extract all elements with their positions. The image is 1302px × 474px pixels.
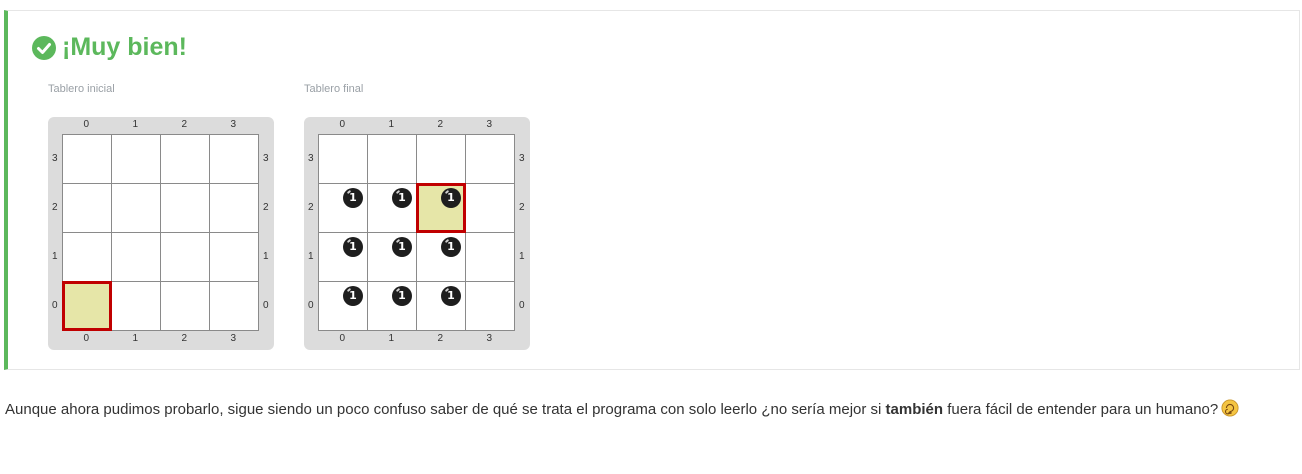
black-ball-counter: 1: [441, 286, 461, 306]
black-ball-counter: 1: [343, 286, 363, 306]
final-board: 0011223333221100111111111: [304, 117, 530, 350]
board-cell: [63, 135, 112, 184]
row-label-right: 2: [263, 201, 269, 213]
board-cell: [161, 282, 210, 331]
board-grid: 111111111: [318, 134, 515, 331]
board-cell: [210, 282, 259, 331]
board-cell: [63, 233, 112, 282]
column-label-top: 1: [388, 119, 395, 130]
explanation-paragraph: Aunque ahora pudimos probarlo, sigue sie…: [5, 396, 1285, 424]
column-label-top: 0: [83, 119, 90, 130]
board-cell: [466, 184, 515, 233]
board-cell: [112, 282, 161, 331]
board-cell: [112, 233, 161, 282]
check-circle-icon: [32, 35, 56, 60]
initial-board: 0 0 1 1 2 2 3 3 3 3 2 2 1 1 0 0: [48, 117, 274, 350]
black-ball-counter: 1: [392, 237, 412, 257]
cursor-frame: [62, 281, 112, 331]
board-grid: [62, 134, 259, 331]
column-label-bottom: 1: [388, 333, 395, 344]
black-ball-counter: 1: [343, 188, 363, 208]
result-title: ¡Muy bien!: [62, 33, 187, 61]
column-label-bottom: 3: [486, 333, 493, 344]
column-label-top: 2: [437, 119, 444, 130]
board-cell: [466, 135, 515, 184]
dizzy-face-icon: [1221, 399, 1239, 417]
column-label-top: 0: [339, 119, 346, 130]
result-header: ¡Muy bien!: [32, 33, 187, 62]
column-label-bottom: 3: [230, 333, 237, 344]
board-cell: [112, 184, 161, 233]
paragraph-bold-word: también: [885, 401, 944, 418]
black-ball-counter: 1: [392, 286, 412, 306]
column-label-top: 3: [486, 119, 493, 130]
board-cell: [161, 135, 210, 184]
column-label-bottom: 2: [437, 333, 444, 344]
board-cell: [63, 184, 112, 233]
row-label-left: 1: [308, 250, 314, 262]
row-label-right: 3: [519, 152, 525, 164]
row-label-left: 3: [308, 152, 314, 164]
row-label-left: 0: [52, 299, 58, 311]
board-cell: [417, 135, 466, 184]
row-label-right: 3: [263, 152, 269, 164]
column-label-top: 2: [181, 119, 188, 130]
column-label-bottom: 0: [83, 333, 90, 344]
board-cell: [161, 233, 210, 282]
row-label-left: 2: [308, 201, 314, 213]
row-label-left: 2: [52, 201, 58, 213]
paragraph-text-after: fuera fácil de entender para un humano?: [943, 401, 1219, 418]
row-label-right: 1: [263, 250, 269, 262]
board-cell: [210, 184, 259, 233]
result-card: ¡Muy bien! Tablero inicial Tablero final…: [4, 10, 1300, 370]
board-cell: [466, 233, 515, 282]
row-label-left: 0: [308, 299, 314, 311]
black-ball-counter: 1: [392, 188, 412, 208]
column-label-top: 1: [132, 119, 139, 130]
board-cell: [466, 282, 515, 331]
row-label-right: 0: [519, 299, 525, 311]
row-label-left: 1: [52, 250, 58, 262]
black-ball-counter: 1: [343, 237, 363, 257]
board-cell: [368, 135, 417, 184]
row-label-right: 1: [519, 250, 525, 262]
board-cell: [210, 135, 259, 184]
board-cell: [112, 135, 161, 184]
row-label-left: 3: [52, 152, 58, 164]
column-label-top: 3: [230, 119, 237, 130]
row-label-right: 2: [519, 201, 525, 213]
column-label-bottom: 1: [132, 333, 139, 344]
column-label-bottom: 2: [181, 333, 188, 344]
cursor-frame: [416, 183, 466, 233]
paragraph-text-before: Aunque ahora pudimos probarlo, sigue sie…: [5, 401, 886, 418]
black-ball-counter: 1: [441, 237, 461, 257]
board-cell: [210, 233, 259, 282]
column-label-bottom: 0: [339, 333, 346, 344]
row-label-right: 0: [263, 299, 269, 311]
board-cell: [161, 184, 210, 233]
board-cell: [319, 135, 368, 184]
initial-board-label: Tablero inicial: [48, 83, 115, 95]
final-board-label: Tablero final: [304, 83, 364, 95]
